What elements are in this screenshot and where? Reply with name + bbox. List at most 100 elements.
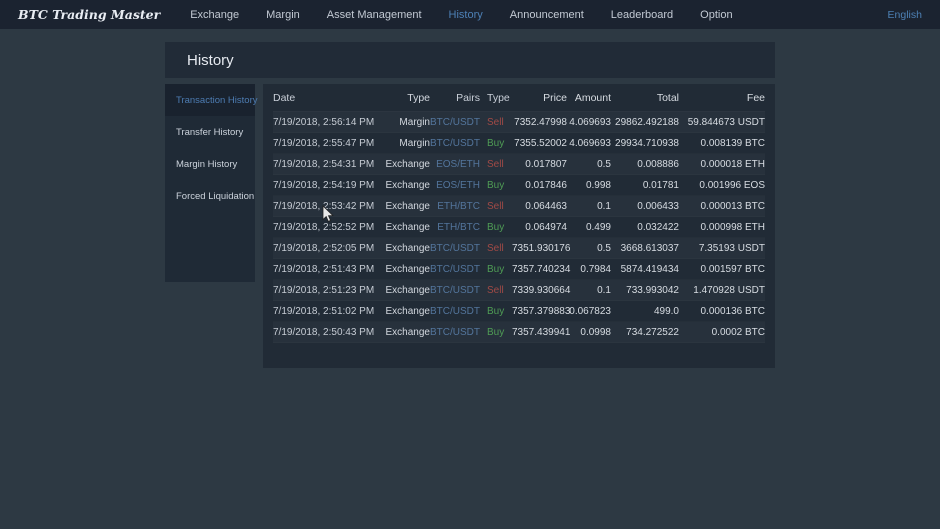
cell-amount: 0.067823 — [567, 306, 611, 317]
navbar: BTC Trading Master Exchange Margin Asset M… — [0, 0, 940, 29]
cell-amount: 4.069693 — [567, 117, 611, 128]
cell-total: 3668.613037 — [611, 243, 679, 254]
cell-date: 7/19/2018, 2:51:43 PM — [273, 264, 383, 275]
transaction-history-table: DateTypePairsTypePriceAmountTotalFee 7/1… — [263, 84, 775, 368]
cell-price: 0.064463 — [512, 201, 567, 212]
cell-price: 7355.52002 — [512, 138, 567, 149]
cell-pairs: BTC/USDT — [430, 306, 480, 317]
cell-total: 733.993042 — [611, 285, 679, 296]
cell-side: Buy — [480, 264, 512, 275]
table-row: 7/19/2018, 2:52:52 PMExchangeETH/BTCBuy0… — [273, 217, 765, 238]
column-header-fee: Fee — [679, 92, 765, 104]
sidebar-item-margin-history[interactable]: Margin History — [165, 148, 255, 180]
nav-item-exchange[interactable]: Exchange — [190, 9, 239, 21]
brand-logo[interactable]: BTC Trading Master — [18, 7, 160, 22]
table-row: 7/19/2018, 2:54:19 PMExchangeEOS/ETHBuy0… — [273, 175, 765, 196]
cell-pairs: BTC/USDT — [430, 285, 480, 296]
table-row: 7/19/2018, 2:56:14 PMMarginBTC/USDTSell7… — [273, 112, 765, 133]
nav-item-asset-management[interactable]: Asset Management — [327, 9, 422, 21]
cell-price: 7357.379883 — [512, 306, 567, 317]
table-row: 7/19/2018, 2:51:43 PMExchangeBTC/USDTBuy… — [273, 259, 765, 280]
table-row: 7/19/2018, 2:55:47 PMMarginBTC/USDTBuy73… — [273, 133, 765, 154]
nav-item-leaderboard[interactable]: Leaderboard — [611, 9, 673, 21]
cell-date: 7/19/2018, 2:52:52 PM — [273, 222, 383, 233]
app: { "navbar": { "brand": "BTC Trading Mast… — [0, 0, 940, 529]
cell-total: 0.006433 — [611, 201, 679, 212]
cell-price: 7339.930664 — [512, 285, 567, 296]
cell-side: Sell — [480, 201, 512, 212]
cell-total: 5874.419434 — [611, 264, 679, 275]
column-header-total: Total — [611, 92, 679, 104]
cell-type: Exchange — [383, 264, 430, 275]
table-row: 7/19/2018, 2:51:23 PMExchangeBTC/USDTSel… — [273, 280, 765, 301]
table-body: 7/19/2018, 2:56:14 PMMarginBTC/USDTSell7… — [273, 112, 765, 343]
cell-price: 7357.439941 — [512, 327, 567, 338]
nav-item-option[interactable]: Option — [700, 9, 732, 21]
cell-type: Exchange — [383, 306, 430, 317]
cell-fee: 0.001597 BTC — [679, 264, 765, 275]
cell-type: Exchange — [383, 201, 430, 212]
navbar-menu: Exchange Margin Asset Management History Ann… — [190, 0, 759, 29]
nav-item-history[interactable]: History — [449, 9, 483, 21]
nav-item-announcement[interactable]: Announcement — [510, 9, 584, 21]
sidebar-item-transaction-history[interactable]: Transaction History — [165, 84, 255, 116]
cell-type: Exchange — [383, 159, 430, 170]
cell-price: 7351.930176 — [512, 243, 567, 254]
table-row: 7/19/2018, 2:51:02 PMExchangeBTC/USDTBuy… — [273, 301, 765, 322]
sidebar-item-transfer-history[interactable]: Transfer History — [165, 116, 255, 148]
cell-pairs: BTC/USDT — [430, 117, 480, 128]
page-title: History — [187, 52, 234, 69]
cell-type: Margin — [383, 117, 430, 128]
cell-price: 7352.47998 — [512, 117, 567, 128]
cell-type: Exchange — [383, 243, 430, 254]
cell-total: 499.0 — [611, 306, 679, 317]
cell-date: 7/19/2018, 2:53:42 PM — [273, 201, 383, 212]
cell-fee: 7.35193 USDT — [679, 243, 765, 254]
cell-amount: 4.069693 — [567, 138, 611, 149]
column-header-date: Date — [273, 92, 383, 104]
cell-amount: 0.1 — [567, 201, 611, 212]
cell-date: 7/19/2018, 2:51:02 PM — [273, 306, 383, 317]
cell-fee: 0.000018 ETH — [679, 159, 765, 170]
cell-pairs: BTC/USDT — [430, 138, 480, 149]
table-row: 7/19/2018, 2:52:05 PMExchangeBTC/USDTSel… — [273, 238, 765, 259]
cell-price: 0.017846 — [512, 180, 567, 191]
cell-side: Sell — [480, 159, 512, 170]
cell-type: Exchange — [383, 222, 430, 233]
cell-side: Sell — [480, 117, 512, 128]
cell-pairs: EOS/ETH — [430, 180, 480, 191]
cell-fee: 0.001996 EOS — [679, 180, 765, 191]
cell-amount: 0.0998 — [567, 327, 611, 338]
language-selector[interactable]: English — [888, 9, 922, 21]
cell-type: Exchange — [383, 285, 430, 296]
column-header-pairs: Pairs — [430, 92, 480, 104]
column-header-type: Type — [383, 92, 430, 104]
cell-side: Buy — [480, 138, 512, 149]
cell-pairs: BTC/USDT — [430, 264, 480, 275]
table-row: 7/19/2018, 2:54:31 PMExchangeEOS/ETHSell… — [273, 154, 765, 175]
cell-fee: 0.008139 BTC — [679, 138, 765, 149]
cell-price: 0.064974 — [512, 222, 567, 233]
nav-item-margin[interactable]: Margin — [266, 9, 300, 21]
cell-amount: 0.998 — [567, 180, 611, 191]
cell-price: 0.017807 — [512, 159, 567, 170]
history-sidebar: Transaction HistoryTransfer HistoryMargi… — [165, 84, 255, 282]
cell-side: Buy — [480, 327, 512, 338]
cell-side: Sell — [480, 285, 512, 296]
cell-date: 7/19/2018, 2:50:43 PM — [273, 327, 383, 338]
cell-amount: 0.5 — [567, 243, 611, 254]
table-row: 7/19/2018, 2:53:42 PMExchangeETH/BTCSell… — [273, 196, 765, 217]
cell-fee: 0.000998 ETH — [679, 222, 765, 233]
sidebar-item-forced-liquidation[interactable]: Forced Liquidation — [165, 180, 255, 212]
cell-total: 734.272522 — [611, 327, 679, 338]
page-header: History — [165, 42, 775, 78]
cell-total: 29862.492188 — [611, 117, 679, 128]
cell-price: 7357.740234 — [512, 264, 567, 275]
cell-amount: 0.499 — [567, 222, 611, 233]
cell-pairs: BTC/USDT — [430, 327, 480, 338]
cell-amount: 0.5 — [567, 159, 611, 170]
cell-fee: 0.0002 BTC — [679, 327, 765, 338]
cell-amount: 0.7984 — [567, 264, 611, 275]
cell-fee: 0.000136 BTC — [679, 306, 765, 317]
cell-type: Exchange — [383, 180, 430, 191]
